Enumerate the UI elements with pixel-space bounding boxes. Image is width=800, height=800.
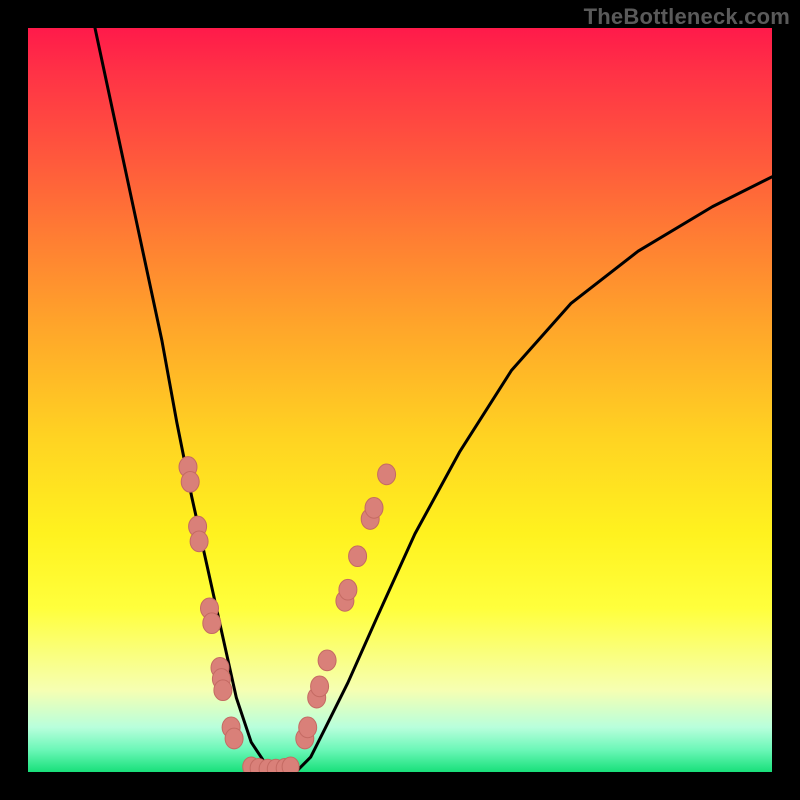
data-marker [311,676,329,697]
data-marker [299,717,317,738]
data-marker [225,728,243,749]
watermark-text: TheBottleneck.com [584,4,790,30]
data-marker [378,464,396,485]
bottleneck-curve [95,28,772,772]
plot-area [28,28,772,772]
data-marker [181,471,199,492]
data-marker [214,680,232,701]
curve-layer [28,28,772,772]
data-marker [203,613,221,634]
data-marker [365,498,383,519]
data-marker [349,546,367,567]
data-marker [339,579,357,600]
data-marker [318,650,336,671]
data-marker [190,531,208,552]
data-marker [282,757,299,772]
chart-frame: TheBottleneck.com [0,0,800,800]
